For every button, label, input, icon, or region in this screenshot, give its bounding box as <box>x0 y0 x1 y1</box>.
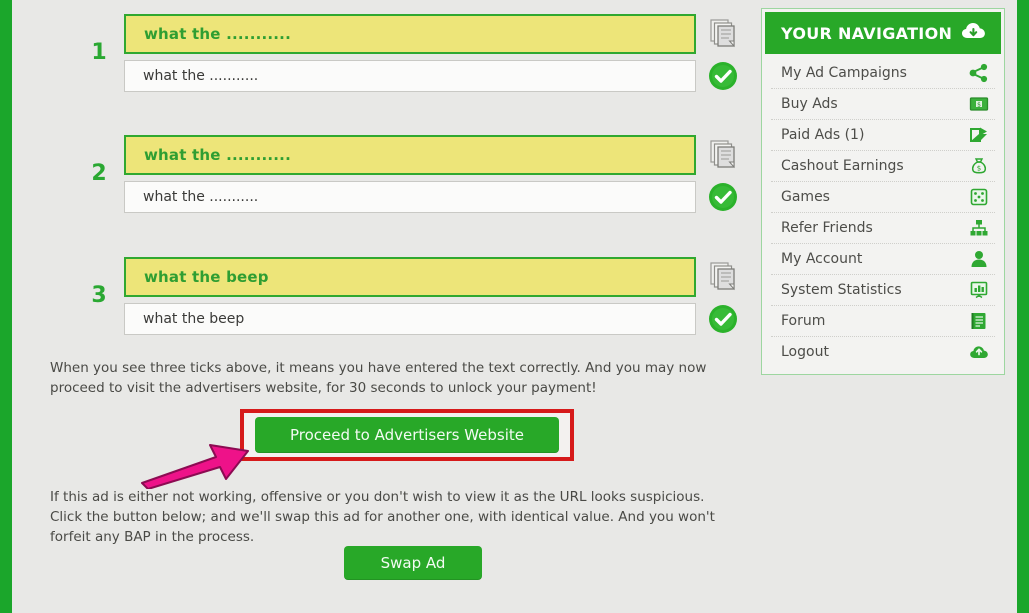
captcha-row: 1 what the ........... <box>12 6 752 112</box>
navigation-panel: YOUR NAVIGATION My Ad Campaigns Buy Ads … <box>761 8 1005 375</box>
export-arrow-icon <box>969 125 989 145</box>
copy-icon[interactable] <box>706 259 740 293</box>
nav-item-forum[interactable]: Forum <box>771 306 995 337</box>
org-chart-icon <box>969 218 989 238</box>
svg-text:$: $ <box>977 165 981 173</box>
left-green-frame-band <box>0 0 12 613</box>
money-bill-icon: $ <box>969 94 989 114</box>
right-green-frame-band <box>1017 0 1029 613</box>
navigation-header: YOUR NAVIGATION <box>765 12 1001 54</box>
nav-item-paid-ads[interactable]: Paid Ads (1) <box>771 120 995 151</box>
nav-item-label: My Account <box>781 251 863 267</box>
swap-ad-instructions: If this ad is either not working, offens… <box>50 489 715 545</box>
money-bag-icon: $ <box>969 156 989 176</box>
navigation-list: My Ad Campaigns Buy Ads $ Paid Ads (1) C… <box>765 54 1001 371</box>
nav-item-logout[interactable]: Logout <box>771 337 995 367</box>
copy-icon[interactable] <box>706 16 740 50</box>
cloud-download-icon <box>961 21 987 46</box>
cloud-upload-icon <box>969 342 989 362</box>
chart-board-icon <box>969 280 989 300</box>
check-circle-icon <box>707 303 739 335</box>
nav-item-label: Logout <box>781 344 829 360</box>
nav-item-label: System Statistics <box>781 282 902 298</box>
annotation-arrow-icon <box>138 437 266 490</box>
captcha-input[interactable] <box>124 303 696 335</box>
user-icon <box>969 249 989 269</box>
nav-item-buy-ads[interactable]: Buy Ads $ <box>771 89 995 120</box>
nav-item-label: Cashout Earnings <box>781 158 904 174</box>
nav-item-label: My Ad Campaigns <box>781 65 907 81</box>
nav-item-label: Paid Ads (1) <box>781 127 865 143</box>
nav-item-my-account[interactable]: My Account <box>771 244 995 275</box>
nav-item-refer-friends[interactable]: Refer Friends <box>771 213 995 244</box>
nav-item-cashout-earnings[interactable]: Cashout Earnings $ <box>771 151 995 182</box>
captcha-image-text: what the ........... <box>124 135 696 175</box>
nav-item-my-ad-campaigns[interactable]: My Ad Campaigns <box>771 58 995 89</box>
check-circle-icon <box>707 181 739 213</box>
captcha-image-text: what the ........... <box>124 14 696 54</box>
nav-item-games[interactable]: Games <box>771 182 995 213</box>
row-number: 2 <box>91 161 107 186</box>
page-content: 1 what the ........... what the ........… <box>12 0 1017 613</box>
nav-item-label: Games <box>781 189 830 205</box>
captcha-input[interactable] <box>124 60 696 92</box>
share-nodes-icon <box>969 63 989 83</box>
check-circle-icon <box>707 60 739 92</box>
proceed-to-advertisers-website-button[interactable]: Proceed to Advertisers Website <box>255 417 559 453</box>
captcha-image-text: what the beep <box>124 257 696 297</box>
verification-instructions: When you see three ticks above, it means… <box>50 360 707 396</box>
dice-icon <box>969 187 989 207</box>
row-number: 1 <box>91 40 107 65</box>
captcha-row: 2 what the ........... <box>12 127 752 233</box>
row-number: 3 <box>91 283 107 308</box>
nav-item-label: Forum <box>781 313 826 329</box>
svg-text:$: $ <box>977 101 981 108</box>
swap-ad-button[interactable]: Swap Ad <box>344 546 482 580</box>
captcha-row: 3 what the beep <box>12 249 752 355</box>
captcha-input[interactable] <box>124 181 696 213</box>
nav-item-label: Refer Friends <box>781 220 873 236</box>
copy-icon[interactable] <box>706 137 740 171</box>
nav-item-label: Buy Ads <box>781 96 838 112</box>
nav-item-system-statistics[interactable]: System Statistics <box>771 275 995 306</box>
ad-verification-column: 1 what the ........... what the ........… <box>12 0 752 613</box>
navigation-title: YOUR NAVIGATION <box>781 23 953 43</box>
book-icon <box>969 311 989 331</box>
